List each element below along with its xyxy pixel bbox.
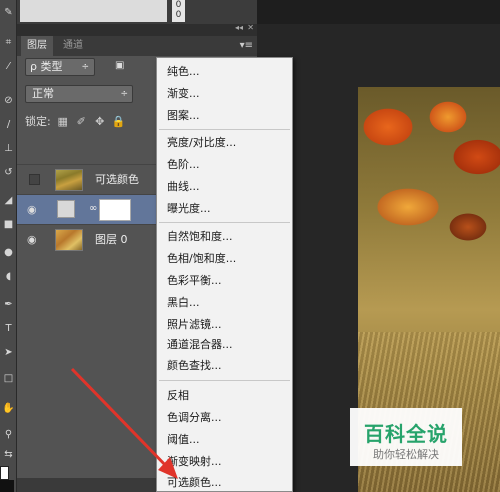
hand-tool-icon[interactable]: ✋	[2, 402, 15, 415]
lock-row: 锁定: ▦ ✐ ✥ 🔒	[25, 114, 125, 130]
menu-item-photo-filter[interactable]: 照片滤镜...	[167, 314, 222, 335]
tab-layers[interactable]: 图层	[21, 36, 53, 56]
menu-item-selective-color[interactable]: 可选颜色...	[167, 472, 222, 492]
filter-label: ρ 类型	[30, 60, 63, 73]
menu-item-levels[interactable]: 色阶...	[167, 154, 200, 175]
menu-separator	[159, 222, 290, 223]
top-panel-strip: 0 0	[17, 0, 257, 24]
layer-filter-select[interactable]: ρ 类型 ÷	[25, 58, 95, 76]
link-chain-icon[interactable]: ∞	[89, 203, 97, 214]
menu-item-invert[interactable]: 反相	[167, 385, 189, 406]
brush-tool-2-icon[interactable]: /	[2, 118, 15, 131]
panel-menu-icon[interactable]: ▾≡	[240, 36, 253, 56]
lock-label: 锁定:	[25, 115, 51, 128]
vertical-ruler: 0 0	[172, 0, 185, 22]
layer-name: 图层 0	[95, 233, 128, 246]
dodge-tool-icon[interactable]: ◖	[2, 270, 15, 283]
blend-mode-value: 正常	[32, 87, 54, 100]
layer-mask-thumbnail[interactable]	[99, 199, 131, 221]
menu-item-pattern[interactable]: 图案...	[167, 105, 200, 126]
menu-item-posterize[interactable]: 色调分离...	[167, 407, 222, 428]
eraser-tool-icon[interactable]: ◢	[2, 194, 15, 207]
collapse-panel-icon[interactable]: ◂◂	[235, 23, 243, 32]
lock-transparent-icon[interactable]: ▦	[56, 114, 69, 130]
eye-icon[interactable]: ◉	[27, 204, 41, 216]
history-brush-tool-icon[interactable]: ↺	[2, 166, 15, 179]
watermark-title: 百科全说	[364, 422, 448, 446]
menu-item-vibrance[interactable]: 自然饱和度...	[167, 226, 233, 247]
brush-tool-icon[interactable]: ✎	[2, 6, 15, 19]
swap-colors-icon[interactable]: ⇆	[2, 448, 15, 461]
menu-item-curves[interactable]: 曲线...	[167, 176, 200, 197]
crop-tool-icon[interactable]: ⌗	[2, 36, 15, 49]
watermark-subtitle: 助你轻松解决	[373, 448, 439, 461]
visibility-toggle[interactable]	[29, 174, 40, 185]
background-color-swatch[interactable]	[0, 480, 14, 492]
menu-item-solid-color[interactable]: 纯色...	[167, 61, 200, 82]
menu-item-channel-mixer[interactable]: 通道混合器...	[167, 334, 233, 355]
menu-item-black-white[interactable]: 黑白...	[167, 292, 200, 313]
shape-tool-icon[interactable]: □	[2, 372, 15, 385]
blur-tool-icon[interactable]: ●	[2, 246, 15, 259]
menu-separator	[159, 129, 290, 130]
close-panel-icon[interactable]: ✕	[247, 23, 254, 32]
gradient-tool-icon[interactable]: ■	[2, 218, 15, 231]
lock-image-icon[interactable]: ✐	[75, 114, 88, 130]
filter-arrow-icon: ÷	[81, 62, 89, 72]
menu-item-hue-saturation[interactable]: 色相/饱和度...	[167, 248, 236, 269]
eye-icon[interactable]: ◉	[27, 234, 41, 246]
lock-all-icon[interactable]: 🔒	[112, 114, 126, 130]
path-select-tool-icon[interactable]: ➤	[2, 346, 15, 359]
document-top-area	[257, 0, 500, 24]
panel-preview-area	[20, 0, 167, 22]
menu-separator	[159, 380, 290, 381]
lock-position-icon[interactable]: ✥	[93, 114, 106, 130]
foreground-color-swatch[interactable]	[0, 466, 9, 480]
baike-watermark: 百科全说 助你轻松解决	[350, 408, 462, 466]
panel-header: ◂◂ ✕	[17, 23, 257, 36]
filter-pixel-layer-icon[interactable]: ▣	[115, 60, 129, 72]
menu-item-threshold[interactable]: 阈值...	[167, 429, 200, 450]
panel-tabs: 图层 通道 ▾≡	[17, 36, 257, 56]
menu-item-brightness-contrast[interactable]: 亮度/对比度...	[167, 132, 236, 153]
spot-heal-tool-icon[interactable]: ⊘	[2, 94, 15, 107]
tab-channels[interactable]: 通道	[57, 36, 89, 56]
layer-thumbnail	[55, 169, 83, 191]
menu-item-color-lookup[interactable]: 颜色查找...	[167, 355, 222, 376]
menu-item-gradient-map[interactable]: 渐变映射...	[167, 451, 222, 472]
menu-item-gradient[interactable]: 渐变...	[167, 83, 200, 104]
menu-item-color-balance[interactable]: 色彩平衡...	[167, 270, 222, 291]
eyedropper-tool-icon[interactable]: ⁄	[2, 60, 15, 73]
zoom-tool-icon[interactable]: ⚲	[2, 428, 15, 441]
blend-mode-select[interactable]: 正常 ÷	[25, 85, 133, 103]
type-tool-icon[interactable]: T	[2, 322, 15, 335]
pen-tool-icon[interactable]: ✒	[2, 298, 15, 311]
layer-thumbnail	[55, 229, 83, 251]
menu-item-exposure[interactable]: 曝光度...	[167, 198, 211, 219]
tools-panel: ✎ ⌗ ⁄ ⊘ / ⊥ ↺ ◢ ■ ● ◖ ✒ T ➤ □ ✋ ⚲ ⇆	[0, 0, 17, 492]
new-adjustment-layer-menu: 纯色... 渐变... 图案... 亮度/对比度... 色阶... 曲线... …	[156, 57, 293, 492]
adjustment-layer-icon	[57, 200, 75, 218]
layer-name: 可选颜色	[95, 173, 139, 186]
blend-arrow-icon: ÷	[120, 89, 128, 99]
clone-stamp-tool-icon[interactable]: ⊥	[2, 142, 15, 155]
